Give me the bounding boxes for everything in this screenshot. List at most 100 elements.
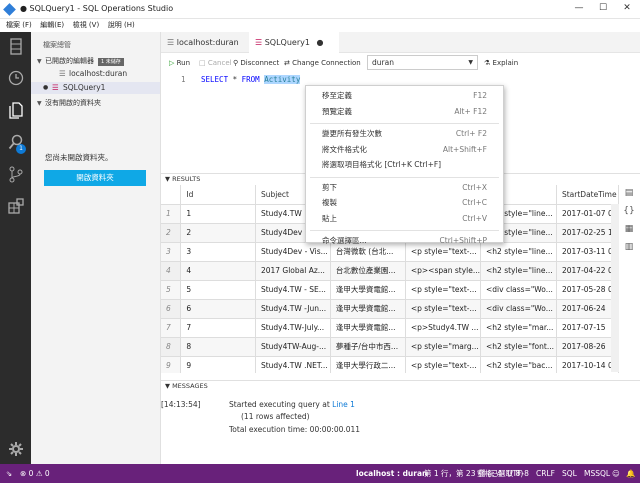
row-number[interactable]: 6 bbox=[161, 299, 182, 319]
save-json-icon[interactable]: {} bbox=[622, 206, 636, 224]
code-line[interactable]: SELECT * FROM Activity bbox=[201, 75, 301, 84]
open-editors-section[interactable]: ▼ 已開啟的編輯器 1 未儲存 bbox=[37, 56, 124, 66]
table-cell[interactable]: Study4.TW - SE... bbox=[255, 280, 331, 300]
context-menu-item[interactable]: 複製 Ctrl+C bbox=[306, 196, 503, 210]
encoding[interactable]: UTF-8 bbox=[507, 464, 529, 483]
save-csv-icon[interactable]: ▤ bbox=[622, 188, 636, 206]
menu-file[interactable]: 檔案 (F) bbox=[6, 19, 32, 32]
context-menu-item[interactable]: 剪下 Ctrl+X bbox=[306, 181, 503, 195]
change-connection-button[interactable]: ⇄ Change Connection bbox=[284, 59, 361, 67]
close-button[interactable]: ✕ bbox=[620, 3, 634, 15]
table-cell[interactable]: <p style="text-... bbox=[405, 356, 482, 373]
cancel-button[interactable]: □ Cancel bbox=[199, 59, 232, 67]
table-row[interactable]: 7 7 Study4.TW-July... 逢甲大學資電館... <p>Study4.T… bbox=[161, 318, 619, 338]
table-cell[interactable]: 3 bbox=[180, 242, 256, 262]
table-cell[interactable]: <h2 style="font... bbox=[480, 337, 557, 357]
save-excel-icon[interactable]: ▦ bbox=[622, 224, 636, 242]
line-link[interactable]: Line 1 bbox=[332, 400, 355, 409]
row-number[interactable]: 3 bbox=[161, 242, 182, 262]
table-cell[interactable]: 8 bbox=[180, 337, 256, 357]
table-cell[interactable]: <div class="Wo... bbox=[480, 280, 557, 300]
line-ending[interactable]: CRLF bbox=[536, 464, 555, 483]
menu-view[interactable]: 檢視 (V) bbox=[73, 19, 99, 32]
table-cell[interactable]: 2017-01-07 0 bbox=[556, 204, 619, 224]
table-cell[interactable]: 逢甲大學資電館... bbox=[330, 299, 406, 319]
table-row[interactable]: 9 9 Study4.TW .NET... 逢甲大學行政二... <p style="t… bbox=[161, 356, 619, 373]
table-cell[interactable]: 逢甲大學行政二... bbox=[330, 356, 406, 373]
connection-status[interactable]: localhost : duran bbox=[356, 464, 427, 483]
no-folder-section[interactable]: ▼ 沒有開啟的資料夾 bbox=[37, 98, 101, 108]
feedback-icon[interactable]: ☺ bbox=[612, 464, 620, 483]
row-number[interactable]: 1 bbox=[161, 204, 182, 224]
servers-icon[interactable] bbox=[7, 38, 24, 55]
row-number[interactable]: 5 bbox=[161, 280, 182, 300]
context-menu-item[interactable]: 將選取項目格式化 [Ctrl+K Ctrl+F] bbox=[306, 158, 503, 172]
open-editor-item-localhost[interactable]: ☰ localhost:duran bbox=[31, 68, 160, 80]
table-cell[interactable]: 7 bbox=[180, 318, 256, 338]
table-cell[interactable]: <div class="Wo... bbox=[480, 299, 557, 319]
explorer-icon[interactable] bbox=[7, 102, 24, 119]
table-cell[interactable]: Study4.TW-July... bbox=[255, 318, 331, 338]
table-cell[interactable]: 2017-02-25 1 bbox=[556, 223, 619, 243]
open-editor-item-sqlquery1[interactable]: ● ☰ SQLQuery1 bbox=[31, 82, 160, 94]
table-cell[interactable]: 1 bbox=[180, 204, 256, 224]
row-number[interactable]: 8 bbox=[161, 337, 182, 357]
remote-icon[interactable]: ⇘ bbox=[6, 464, 12, 483]
table-cell[interactable]: 2017 Global Az... bbox=[255, 261, 331, 281]
minimize-button[interactable]: — bbox=[572, 3, 586, 15]
context-menu-item[interactable]: 變更所有發生次數 Ctrl+ F2 bbox=[306, 127, 503, 141]
language-mode[interactable]: SQL bbox=[562, 464, 577, 483]
table-cell[interactable]: <p style="text-... bbox=[405, 299, 482, 319]
results-scrollbar[interactable] bbox=[611, 204, 619, 372]
table-cell[interactable]: 4 bbox=[180, 261, 256, 281]
row-number[interactable]: 9 bbox=[161, 356, 182, 373]
indentation[interactable]: 空格: 4 bbox=[477, 464, 502, 483]
table-cell[interactable]: 2017-10-14 0 bbox=[556, 356, 619, 373]
table-row[interactable]: 4 4 2017 Global Az... 台北數位產業園... <p><span st… bbox=[161, 261, 619, 281]
history-icon[interactable] bbox=[7, 70, 24, 87]
explain-button[interactable]: ⚗ Explain bbox=[484, 59, 518, 67]
table-cell[interactable]: 2017-04-22 0 bbox=[556, 261, 619, 281]
table-cell[interactable]: 夢種子/台中市西... bbox=[330, 337, 406, 357]
table-cell[interactable]: 2017-06-24 bbox=[556, 299, 619, 319]
extensions-icon[interactable] bbox=[7, 198, 24, 215]
table-cell[interactable]: Study4TW-Aug-... bbox=[255, 337, 331, 357]
table-cell[interactable]: 2 bbox=[180, 223, 256, 243]
tab-localhost-duran[interactable]: ☰ localhost:duran bbox=[161, 32, 249, 53]
chart-icon[interactable]: ▥ bbox=[622, 242, 636, 260]
column-header[interactable] bbox=[161, 185, 182, 205]
messages-header[interactable]: ▼ MESSAGES bbox=[161, 380, 640, 392]
menu-edit[interactable]: 編輯(E) bbox=[40, 19, 64, 32]
maximize-button[interactable]: ☐ bbox=[596, 3, 610, 15]
table-cell[interactable]: Study4.TW .NET... bbox=[255, 356, 331, 373]
table-cell[interactable]: 5 bbox=[180, 280, 256, 300]
open-folder-button[interactable]: 開啟資料夾 bbox=[44, 170, 146, 186]
table-cell[interactable]: <h2 style="bac... bbox=[480, 356, 557, 373]
table-cell[interactable]: 2017-05-28 0 bbox=[556, 280, 619, 300]
disconnect-button[interactable]: ⚲ Disconnect bbox=[233, 59, 279, 67]
column-header[interactable]: StartDateTime bbox=[556, 185, 619, 205]
table-cell[interactable]: 逢甲大學資電館... bbox=[330, 280, 406, 300]
context-menu-item[interactable]: 命令選擇區... Ctrl+Shift+P bbox=[306, 234, 503, 248]
row-number[interactable]: 2 bbox=[161, 223, 182, 243]
table-cell[interactable]: 9 bbox=[180, 356, 256, 373]
tab-sqlquery1[interactable]: ☰ SQLQuery1 ● bbox=[249, 32, 339, 53]
problems-indicator[interactable]: ⊗ 0 ⚠ 0 bbox=[20, 464, 50, 483]
source-control-icon[interactable] bbox=[7, 166, 24, 183]
table-cell[interactable]: <p style="marg... bbox=[405, 337, 482, 357]
table-cell[interactable]: 台北數位產業園... bbox=[330, 261, 406, 281]
table-cell[interactable]: <h2 style="mar... bbox=[480, 318, 557, 338]
database-select[interactable]: duran ▼ bbox=[367, 55, 478, 70]
table-cell[interactable]: 2017-07-15 bbox=[556, 318, 619, 338]
table-cell[interactable]: <p style="text-... bbox=[405, 280, 482, 300]
gear-icon[interactable] bbox=[7, 442, 24, 459]
table-cell[interactable]: 6 bbox=[180, 299, 256, 319]
table-cell[interactable]: 逢甲大學資電館... bbox=[330, 318, 406, 338]
search-icon[interactable] bbox=[7, 134, 24, 151]
column-header[interactable]: Id bbox=[180, 185, 256, 205]
table-cell[interactable]: <h2 style="line... bbox=[480, 261, 557, 281]
provider[interactable]: MSSQL bbox=[584, 464, 610, 483]
context-menu-item[interactable]: 貼上 Ctrl+V bbox=[306, 212, 503, 226]
bell-icon[interactable]: 🔔 bbox=[626, 464, 635, 483]
menu-help[interactable]: 說明 (H) bbox=[108, 19, 135, 32]
